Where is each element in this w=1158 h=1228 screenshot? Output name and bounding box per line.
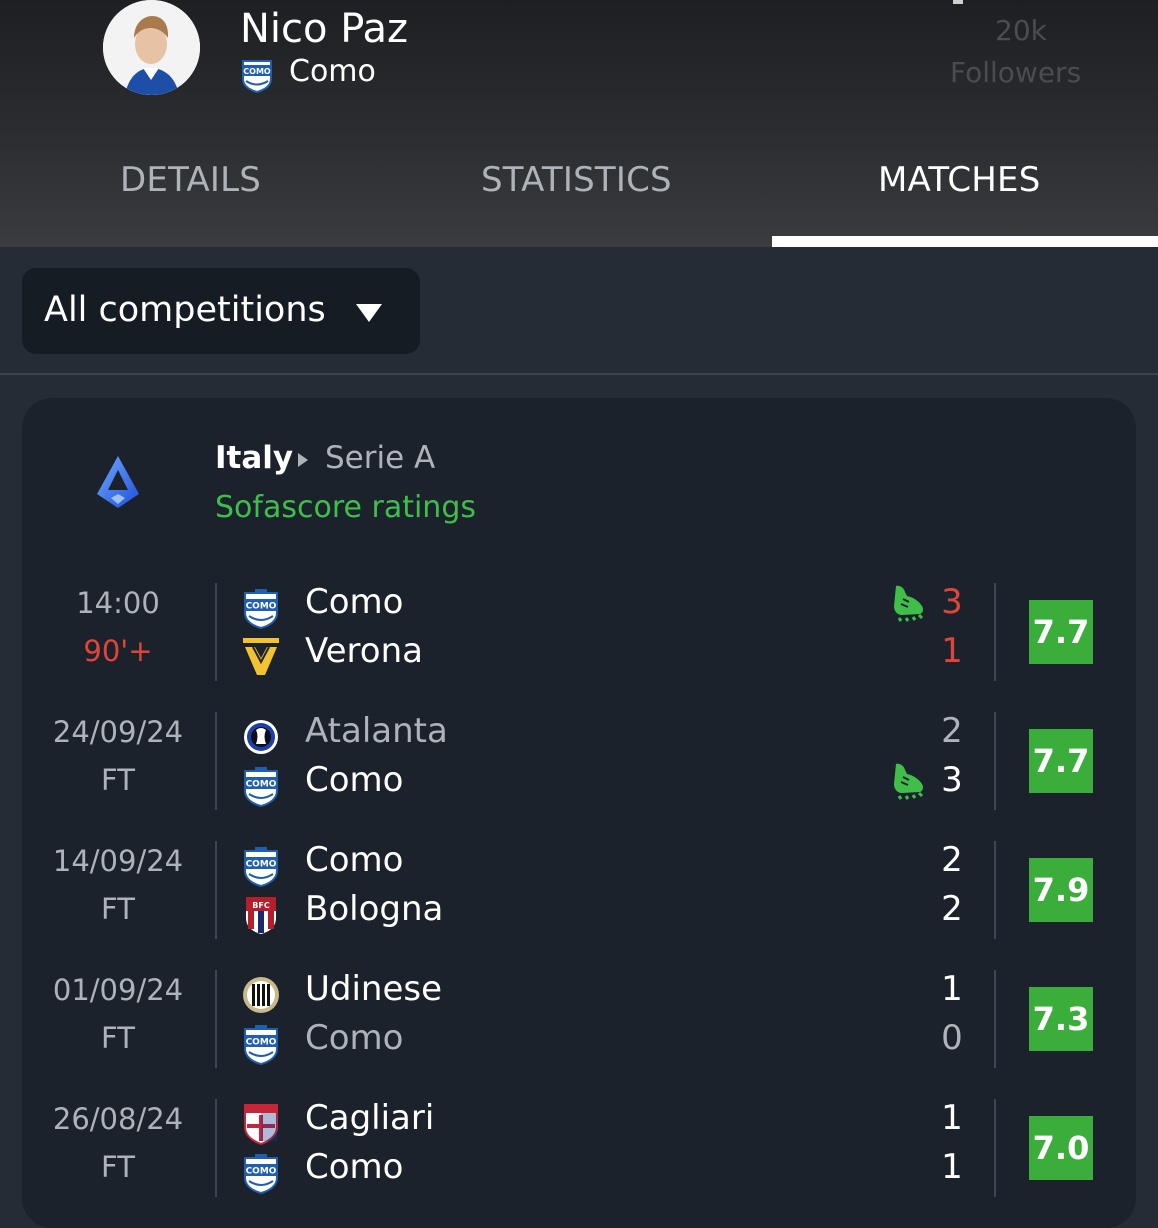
match-row[interactable]: 26/08/24 FT COMO Cagliari Como 1 1 7.0 [0,1098,1158,1202]
svg-text:COMO: COMO [246,860,277,870]
active-tab-indicator [772,236,1158,247]
goal-boot-icon [890,582,926,626]
match-date: 01/09/24 [52,973,184,1007]
tab-matches[interactable]: MATCHES [878,160,1041,200]
tab-statistics[interactable]: STATISTICS [481,160,672,200]
svg-text:COMO: COMO [246,602,277,612]
row-divider-left [215,583,217,681]
player-rating-badge[interactable]: 7.7 [1029,729,1093,793]
away-team-name: Verona [305,631,423,671]
match-row[interactable]: 14/09/24 FT COMO BFC Como Bologna 2 2 7.… [0,840,1158,944]
match-date: 26/08/24 [52,1102,184,1136]
row-divider-left [215,841,217,939]
player-rating-badge[interactable]: 7.9 [1029,858,1093,922]
svg-text:COMO: COMO [246,780,277,790]
atalanta-crest-icon [241,716,281,762]
away-team-score: 1 [941,631,963,671]
bologna-crest-icon: BFC [241,894,281,940]
match-status: FT [101,763,135,797]
como-crest-icon: COMO [241,765,281,811]
home-team-name: Como [305,840,404,880]
verona-crest-icon [241,636,281,682]
home-team-name: Como [305,582,404,622]
como-crest-icon: COMO [241,587,281,633]
como-crest-icon: COMO [241,1023,281,1069]
away-team-name: Como [305,1018,404,1058]
tab-details[interactable]: DETAILS [120,160,261,200]
row-divider-left [215,1099,217,1197]
match-date: 24/09/24 [52,715,184,749]
home-team-score: 3 [941,582,963,622]
home-team-score: 2 [941,711,963,751]
away-team-name: Bologna [305,889,444,929]
row-divider-right [994,712,996,810]
away-team-score: 2 [941,889,963,929]
breadcrumb-arrow-icon [297,452,309,472]
away-team-score: 1 [941,1147,963,1187]
svg-text:COMO: COMO [243,67,271,76]
udinese-crest-icon [241,974,281,1020]
player-name: Nico Paz [240,6,409,52]
svg-text:COMO: COMO [246,1038,277,1048]
cagliari-crest-icon [241,1103,281,1149]
home-team-name: Udinese [305,969,443,1009]
player-rating-badge[interactable]: 7.3 [1029,987,1093,1051]
svg-text:BFC: BFC [252,901,270,910]
home-team-name: Atalanta [305,711,448,751]
row-divider-right [994,583,996,681]
competition-filter-dropdown[interactable]: All competitions [22,268,420,354]
serie-a-logo-icon [95,454,141,514]
row-divider-left [215,712,217,810]
player-rating-badge[interactable]: 7.0 [1029,1116,1093,1180]
como-crest-icon: COMO [241,845,281,891]
competition-filter-value: All competitions [44,290,326,330]
followers-label: Followers [950,56,1082,89]
away-team-name: Como [305,760,404,800]
match-status: FT [101,1150,135,1184]
caret-down-icon [355,303,383,327]
section-divider [0,373,1158,375]
home-team-score: 1 [941,969,963,1009]
sofascore-ratings-link[interactable]: Sofascore ratings [215,490,476,525]
match-status: FT [101,892,135,926]
league-country[interactable]: Italy [215,440,293,476]
goal-boot-icon [890,760,926,804]
away-team-name: Como [305,1147,404,1187]
svg-text:COMO: COMO [246,1167,277,1177]
como-crest-icon: COMO [241,1152,281,1198]
match-date: 14:00 [76,586,160,620]
player-rating-badge[interactable]: 7.7 [1029,600,1093,664]
league-name[interactable]: Serie A [325,440,435,476]
follow-button-edge[interactable] [953,0,963,4]
away-team-score: 3 [941,760,963,800]
home-team-score: 1 [941,1098,963,1138]
player-team-name[interactable]: Como [289,54,376,89]
como-crest-icon: COMO [240,55,274,97]
match-status: 90'+ [83,634,153,668]
away-team-score: 0 [941,1018,963,1058]
followers-count: 20k [995,14,1047,47]
match-row[interactable]: 24/09/24 FT COMO Atalanta Como 2 3 7.7 [0,711,1158,815]
row-divider-right [994,970,996,1068]
match-row[interactable]: 14:00 90'+ COMO Como Verona 3 1 7.7 [0,582,1158,686]
match-date: 14/09/24 [52,844,184,878]
player-avatar [103,0,200,95]
match-status: FT [101,1021,135,1055]
row-divider-right [994,1099,996,1197]
row-divider-right [994,841,996,939]
match-row[interactable]: 01/09/24 FT COMO Udinese Como 1 0 7.3 [0,969,1158,1073]
home-team-score: 2 [941,840,963,880]
home-team-name: Cagliari [305,1098,435,1138]
player-header: Nico Paz COMO Como 20k Followers DETAILS… [0,0,1158,247]
row-divider-left [215,970,217,1068]
